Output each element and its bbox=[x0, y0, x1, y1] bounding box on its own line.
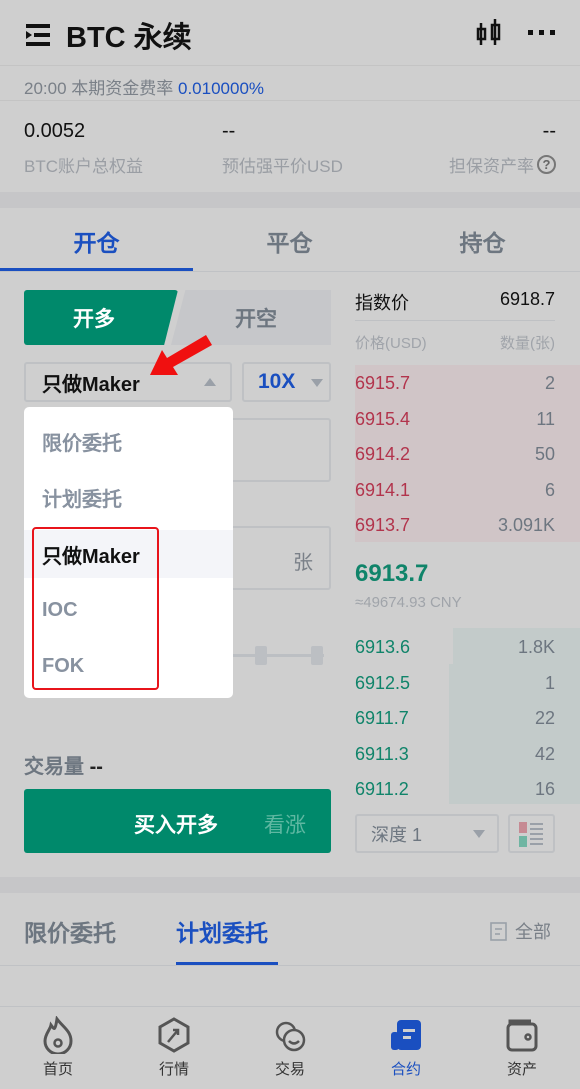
equity-label: BTC账户总权益 bbox=[24, 157, 143, 176]
market-icon bbox=[158, 1017, 190, 1053]
ask-price: 6915.7 bbox=[355, 373, 411, 393]
funding-rate: 20:00 本期资金费率 0.010000% bbox=[24, 79, 265, 98]
ask-qty: 6 bbox=[544, 479, 555, 500]
orderbook-header: 价格(USD) 数量(张) bbox=[355, 335, 555, 352]
nav-assets[interactable]: 资产 bbox=[464, 1010, 580, 1079]
margin-ratio-value: -- bbox=[542, 120, 556, 142]
nav-trade[interactable]: 交易 bbox=[232, 1010, 348, 1079]
exchange-icon bbox=[275, 1021, 306, 1052]
buy-label: 买入开多 bbox=[134, 814, 218, 837]
nav-contract[interactable]: 合约 bbox=[348, 1010, 464, 1079]
bid-row[interactable]: 6911.3 42 bbox=[355, 737, 555, 772]
last-price-cny: ≈49674.93 CNY bbox=[355, 594, 462, 611]
bid-qty: 1.8K bbox=[517, 637, 555, 657]
divider bbox=[0, 877, 580, 893]
bid-qty: 42 bbox=[534, 743, 555, 764]
volume: 交易量 -- bbox=[24, 756, 103, 778]
bid-qty: 16 bbox=[534, 779, 555, 799]
bid-row[interactable]: 6911.2 16 bbox=[355, 772, 555, 807]
last-price: 6913.7 bbox=[355, 560, 429, 587]
layout-toggle-button[interactable] bbox=[508, 814, 555, 853]
liq-price-value: -- bbox=[222, 120, 236, 142]
ask-row[interactable]: 6915.4 11 bbox=[355, 402, 555, 437]
document-icon bbox=[490, 921, 507, 941]
margin-ratio-label: 担保资产率? bbox=[449, 152, 556, 177]
annotation-arrow-icon bbox=[150, 335, 212, 375]
fire-icon bbox=[43, 1016, 73, 1054]
ask-qty: 2 bbox=[544, 373, 555, 393]
bid-row[interactable]: 6911.7 22 bbox=[355, 701, 555, 736]
bid-price: 6911.2 bbox=[355, 779, 409, 799]
dropdown-option-plan[interactable]: 计划委托 bbox=[24, 469, 233, 525]
page-title: BTC 永续 bbox=[66, 22, 192, 54]
depth-select[interactable]: 深度 1 bbox=[355, 814, 499, 853]
bid-row[interactable]: 6913.6 1.8K bbox=[355, 630, 555, 665]
ask-price: 6914.1 bbox=[355, 479, 411, 500]
liq-price-label: 预估强平价USD bbox=[222, 157, 343, 176]
nav-market[interactable]: 行情 bbox=[116, 1010, 232, 1079]
annotation-highlight-box bbox=[32, 527, 159, 690]
bid-price: 6912.5 bbox=[355, 672, 411, 693]
tab-limit-orders[interactable]: 限价委托 bbox=[24, 914, 116, 948]
ask-row[interactable]: 6913.7 3.091K bbox=[355, 508, 555, 543]
ask-row[interactable]: 6914.2 50 bbox=[355, 437, 555, 472]
ask-price: 6914.2 bbox=[355, 444, 411, 464]
help-icon[interactable]: ? bbox=[537, 155, 556, 174]
ask-price: 6915.4 bbox=[355, 408, 411, 429]
header: BTC 永续 bbox=[0, 0, 580, 66]
divider bbox=[0, 192, 580, 208]
slider-tick[interactable] bbox=[255, 646, 267, 665]
bid-price: 6913.6 bbox=[355, 637, 411, 657]
orderbook-layout-icon bbox=[519, 822, 543, 847]
ask-row[interactable]: 6915.7 2 bbox=[355, 366, 555, 401]
bid-price: 6911.7 bbox=[355, 708, 409, 728]
dropdown-option-limit[interactable]: 限价委托 bbox=[24, 413, 233, 469]
ask-qty: 3.091K bbox=[497, 515, 555, 535]
ask-row[interactable]: 6914.1 6 bbox=[355, 473, 555, 508]
bid-qty: 1 bbox=[544, 672, 555, 693]
amount-unit: 张 bbox=[293, 552, 313, 574]
ask-price: 6913.7 bbox=[355, 515, 411, 535]
wallet-icon bbox=[506, 1019, 538, 1052]
menu-expand-icon[interactable] bbox=[24, 22, 50, 48]
tab-open[interactable]: 开仓 bbox=[0, 224, 193, 258]
ask-qty: 11 bbox=[536, 408, 555, 429]
tab-plan-orders[interactable]: 计划委托 bbox=[176, 914, 268, 948]
index-price: 指数价 6918.7 bbox=[355, 289, 555, 313]
chevron-down-icon bbox=[473, 830, 485, 838]
tab-underline bbox=[0, 268, 193, 271]
all-orders-button[interactable]: 全部 bbox=[490, 918, 551, 944]
nav-home[interactable]: 首页 bbox=[0, 1010, 116, 1079]
contract-icon bbox=[391, 1020, 421, 1050]
ask-qty: 50 bbox=[534, 444, 555, 464]
bid-price: 6911.3 bbox=[355, 743, 409, 764]
tab-close[interactable]: 平仓 bbox=[193, 224, 386, 258]
buy-open-long-button[interactable]: 买入开多 看涨 bbox=[24, 789, 331, 853]
slider-tick[interactable] bbox=[311, 646, 323, 665]
buy-sublabel: 看涨 bbox=[264, 814, 306, 837]
tab-positions[interactable]: 持仓 bbox=[386, 224, 579, 258]
candlestick-icon[interactable] bbox=[476, 17, 504, 49]
bid-row[interactable]: 6912.5 1 bbox=[355, 666, 555, 701]
chevron-down-icon bbox=[311, 379, 323, 387]
bid-qty: 22 bbox=[534, 708, 555, 728]
equity-value: 0.0052 bbox=[24, 120, 86, 142]
more-icon[interactable] bbox=[526, 28, 558, 38]
leverage-select[interactable]: 10X bbox=[242, 362, 331, 402]
